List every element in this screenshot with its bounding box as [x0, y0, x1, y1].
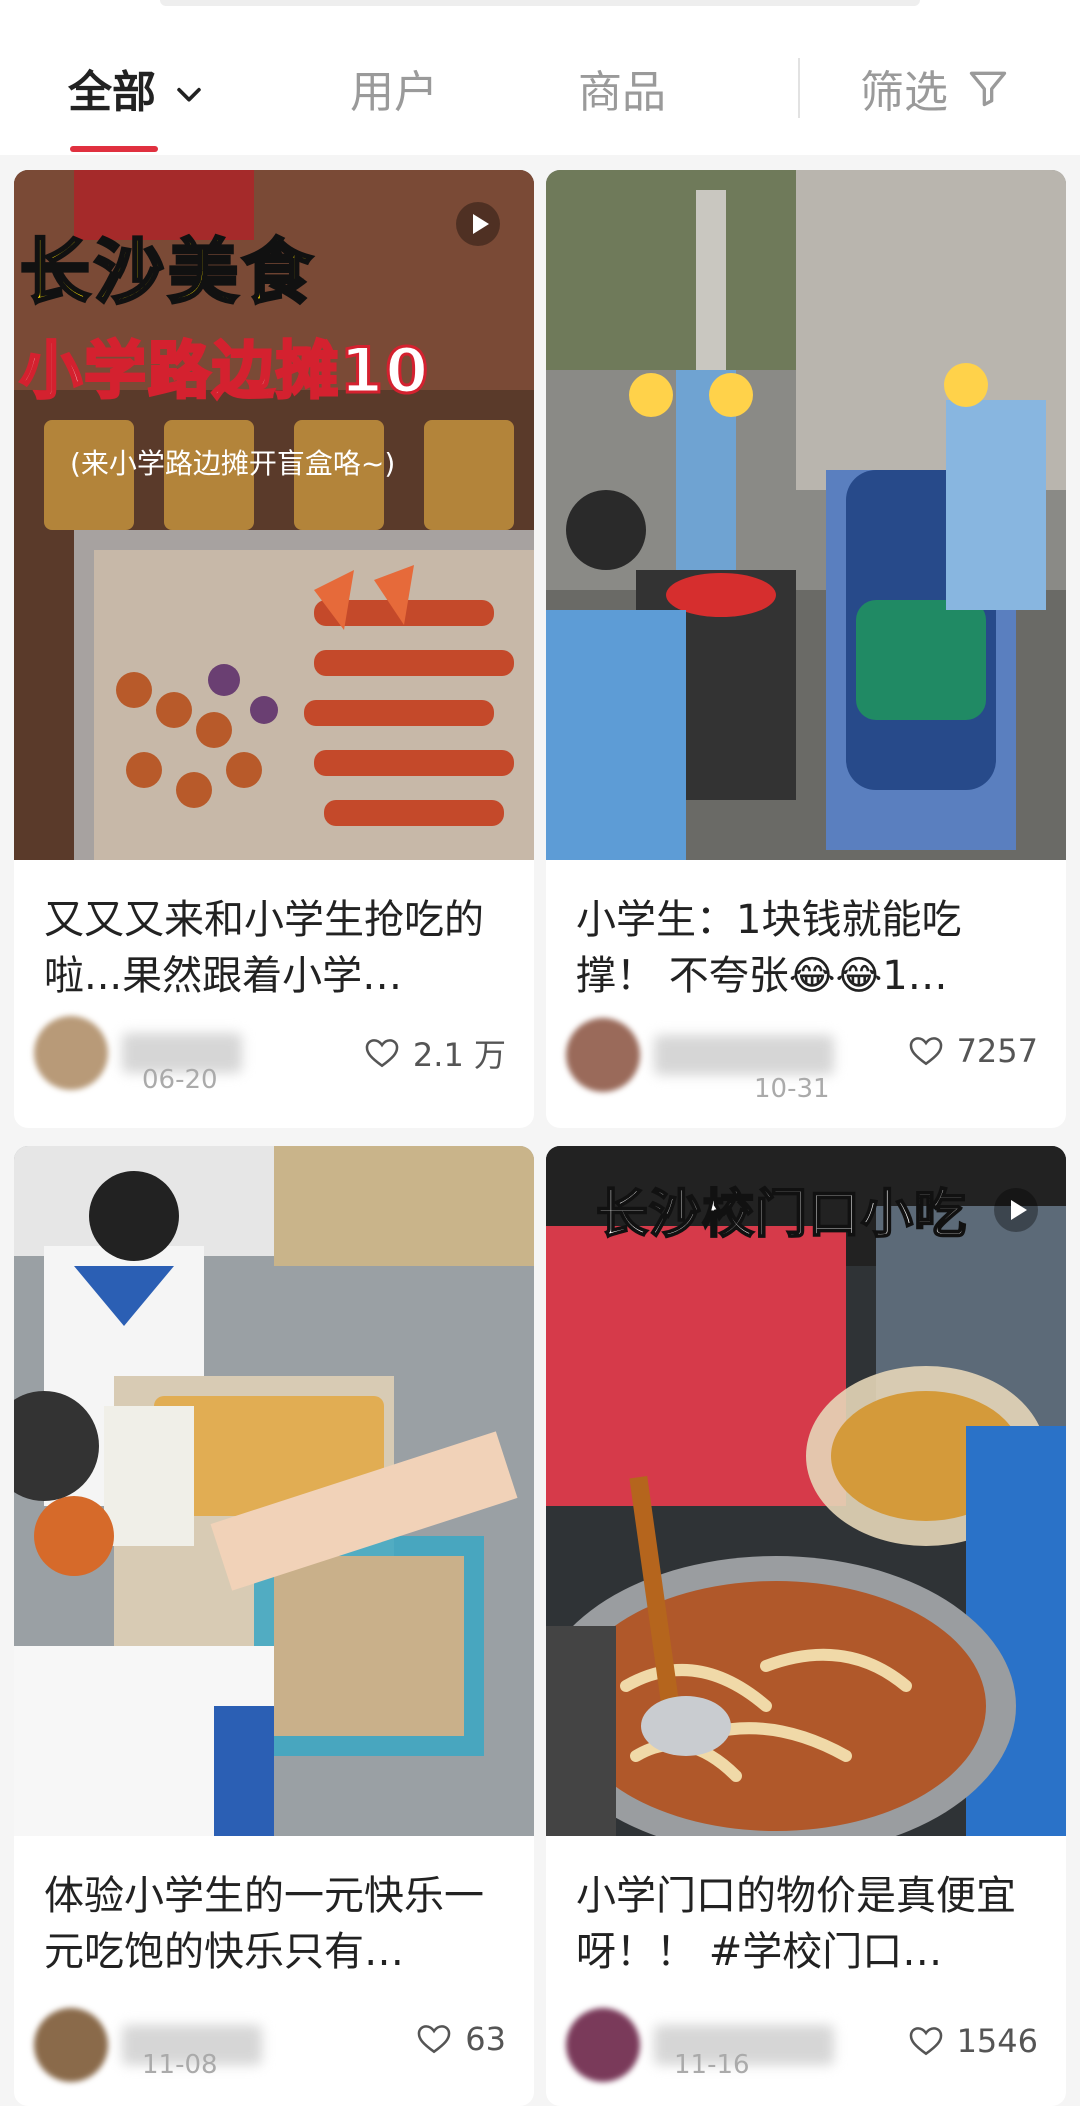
- like-count: 7257: [956, 1032, 1038, 1070]
- like-count: 63: [465, 2020, 506, 2058]
- like-button[interactable]: 1546: [907, 2022, 1038, 2060]
- overlay-title: 长沙校门口小吃: [595, 1184, 968, 1246]
- avatar: [566, 1018, 640, 1092]
- heart-icon: [417, 2025, 451, 2054]
- avatar: [34, 1016, 108, 1090]
- post-date: 11-08: [142, 2050, 218, 2080]
- avatar: [566, 2008, 640, 2082]
- overlay-subtitle: 小学路边摊10: [18, 333, 431, 409]
- tab-users-label: 用户: [350, 67, 438, 118]
- like-button[interactable]: 63: [415, 2020, 506, 2058]
- post-title: 小学门口的物价是真便宜呀！！ #学校门口…: [576, 1873, 1016, 1975]
- tab-all[interactable]: 全部: [68, 58, 206, 118]
- tab-products-label: 商品: [578, 67, 666, 118]
- filter-icon: [966, 66, 1010, 110]
- tab-divider: [798, 58, 800, 118]
- post-title: 小学生：1块钱就能吃撑！ 不夸张😂😂1…: [576, 897, 962, 999]
- video-play-icon: [992, 1186, 1040, 1234]
- post-card[interactable]: 小学生：1块钱就能吃撑！ 不夸张😂😂1… 10-31 7257: [546, 170, 1066, 1128]
- filter-button[interactable]: 筛选: [860, 58, 1010, 118]
- tab-all-label: 全部: [68, 67, 156, 118]
- avatar: [34, 2008, 108, 2082]
- post-card[interactable]: 长沙校门口小吃 小学门口的物价是真便宜呀！！ #学校门口… 11-16 1546: [546, 1146, 1066, 2106]
- post-title: 又又又来和小学生抢吃的啦...果然跟着小学…: [44, 897, 484, 999]
- like-button[interactable]: 7257: [907, 1032, 1038, 1070]
- overlay-title: 长沙美食: [19, 230, 316, 315]
- post-date: 06-20: [142, 1065, 218, 1095]
- heart-icon: [909, 1037, 942, 1066]
- post-thumbnail: [546, 170, 1066, 860]
- overlay-caption: (来小学路边摊开盲盒咯~): [70, 447, 396, 480]
- post-thumbnail: 长沙校门口小吃: [546, 1146, 1066, 1836]
- video-play-icon: [454, 200, 502, 248]
- tab-products[interactable]: 商品: [578, 58, 666, 118]
- search-tab-bar: 全部 用户 商品 筛选: [0, 0, 1080, 155]
- active-tab-indicator: [70, 146, 158, 152]
- post-card[interactable]: 体验小学生的一元快乐一元吃饱的快乐只有… 11-08 63: [14, 1146, 534, 2106]
- heart-icon: [365, 1039, 399, 1068]
- post-date: 10-31: [754, 1074, 830, 1104]
- author-name-redacted: [654, 1035, 834, 1075]
- like-count: 1546: [956, 2022, 1038, 2060]
- filter-label: 筛选: [860, 67, 948, 118]
- post-thumbnail: 长沙美食 小学路边摊10 (来小学路边摊开盲盒咯~): [14, 170, 534, 860]
- like-count: 2.1 万: [412, 1036, 506, 1074]
- post-thumbnail: [14, 1146, 534, 1836]
- post-card[interactable]: 长沙美食 小学路边摊10 (来小学路边摊开盲盒咯~) 又又又来和小学生抢吃的啦.…: [14, 170, 534, 1128]
- chevron-down-icon: [172, 71, 206, 105]
- post-date: 11-16: [674, 2050, 750, 2080]
- post-title: 体验小学生的一元快乐一元吃饱的快乐只有…: [44, 1873, 484, 1975]
- search-bar-edge: [160, 0, 920, 6]
- tab-users[interactable]: 用户: [350, 58, 438, 118]
- like-button[interactable]: 2.1 万: [363, 1030, 506, 1076]
- heart-icon: [909, 2027, 942, 2056]
